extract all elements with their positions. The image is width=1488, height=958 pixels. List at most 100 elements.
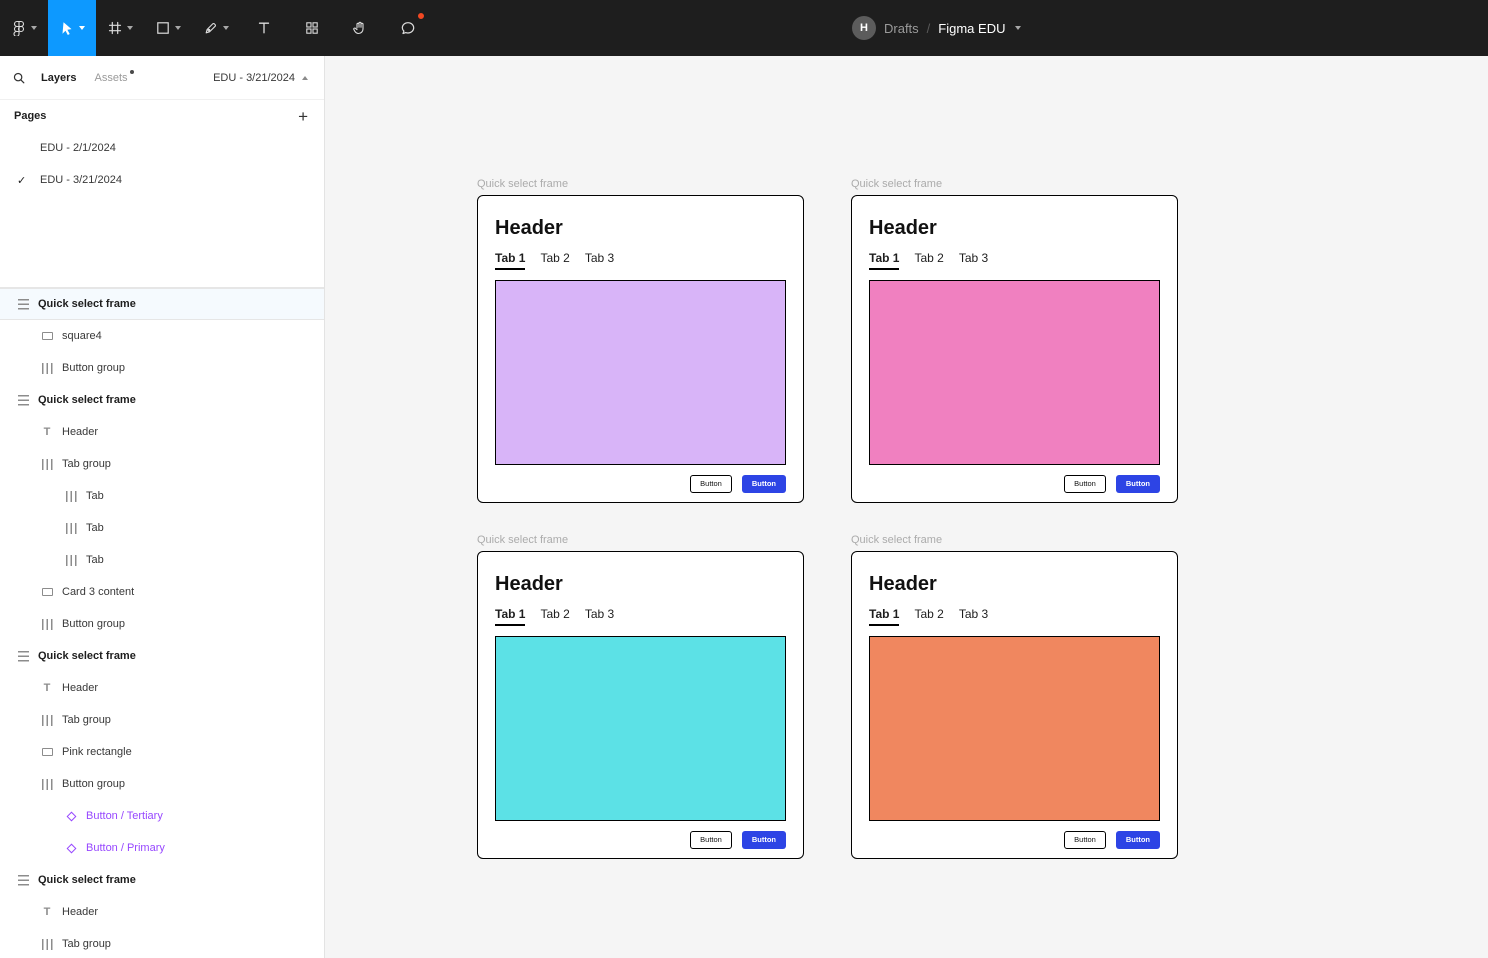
canvas-frame[interactable]: Header Tab 1 Tab 2 Tab 3 Button Button <box>477 551 804 859</box>
tab-3[interactable]: Tab 3 <box>959 607 988 626</box>
main-menu-button[interactable] <box>0 0 48 56</box>
tertiary-button[interactable]: Button <box>690 475 732 493</box>
tab-2[interactable]: Tab 2 <box>540 607 569 626</box>
assets-update-dot <box>130 70 134 74</box>
tab-2[interactable]: Tab 2 <box>914 251 943 270</box>
move-tool[interactable] <box>48 0 96 56</box>
layer-label: Quick select frame <box>38 874 136 886</box>
frame-icon <box>17 650 29 662</box>
layer-row[interactable]: Quick select frame <box>0 864 324 896</box>
tab-group: Tab 1 Tab 2 Tab 3 <box>869 607 1160 626</box>
hand-tool[interactable] <box>336 0 384 56</box>
layer-row[interactable]: Quick select frame <box>0 288 324 320</box>
layer-row[interactable]: Card 3 content <box>0 576 324 608</box>
chevron-down-icon <box>31 26 37 30</box>
content-rectangle[interactable] <box>495 636 786 821</box>
grid-squares-icon <box>304 20 320 36</box>
frame-header-text[interactable]: Header <box>495 573 786 596</box>
tab-3[interactable]: Tab 3 <box>585 251 614 270</box>
layer-label: square4 <box>62 330 102 342</box>
layer-row[interactable]: Quick select frame <box>0 640 324 672</box>
comment-tool[interactable] <box>384 0 432 56</box>
layer-row[interactable]: Button / Primary <box>0 832 324 864</box>
canvas-frame-wrap-1: Quick select frame Header Tab 1 Tab 2 Ta… <box>477 178 804 503</box>
primary-button[interactable]: Button <box>1116 831 1160 849</box>
file-name[interactable]: Figma EDU <box>938 21 1005 36</box>
layer-row[interactable]: square4 <box>0 320 324 352</box>
layer-row[interactable]: Button group <box>0 768 324 800</box>
resources-tool[interactable] <box>288 0 336 56</box>
page-item[interactable]: ✓EDU - 3/21/2024 <box>0 164 324 196</box>
tab-3[interactable]: Tab 3 <box>585 607 614 626</box>
chevron-down-icon <box>79 26 85 30</box>
layer-row[interactable]: Quick select frame <box>0 384 324 416</box>
tertiary-button[interactable]: Button <box>1064 475 1106 493</box>
breadcrumb-project[interactable]: Drafts <box>884 21 919 36</box>
add-page-button[interactable]: + <box>296 108 310 125</box>
layer-row[interactable]: Tab group <box>0 448 324 480</box>
tab-1[interactable]: Tab 1 <box>495 607 525 626</box>
layer-row[interactable]: Button group <box>0 608 324 640</box>
layer-label: Card 3 content <box>62 586 134 598</box>
page-indicator[interactable]: EDU - 3/21/2024 <box>213 72 312 84</box>
chevron-down-icon[interactable] <box>1015 26 1021 30</box>
tertiary-button[interactable]: Button <box>1064 831 1106 849</box>
autolayout-icon <box>65 554 77 566</box>
search-icon[interactable] <box>12 71 26 85</box>
tab-1[interactable]: Tab 1 <box>495 251 525 270</box>
layer-row[interactable]: THeader <box>0 672 324 704</box>
page-label: EDU - 3/21/2024 <box>40 174 122 186</box>
frame-header-text[interactable]: Header <box>869 573 1160 596</box>
layer-row[interactable]: THeader <box>0 896 324 928</box>
pages-title: Pages <box>14 110 46 122</box>
content-rectangle[interactable] <box>869 280 1160 465</box>
layer-row[interactable]: Pink rectangle <box>0 736 324 768</box>
layer-row[interactable]: Tab <box>0 512 324 544</box>
left-sidebar: Layers Assets EDU - 3/21/2024 Pages + ED… <box>0 56 325 958</box>
tab-1[interactable]: Tab 1 <box>869 251 899 270</box>
text-t-icon <box>256 20 272 36</box>
pen-tool[interactable] <box>192 0 240 56</box>
frame-header-text[interactable]: Header <box>495 217 786 240</box>
tab-assets[interactable]: Assets <box>89 68 132 88</box>
frame-label[interactable]: Quick select frame <box>851 178 1178 191</box>
layer-row[interactable]: Button group <box>0 352 324 384</box>
tab-group: Tab 1 Tab 2 Tab 3 <box>869 251 1160 270</box>
layer-row[interactable]: Button / Tertiary <box>0 800 324 832</box>
layer-row[interactable]: Tab <box>0 480 324 512</box>
autolayout-icon <box>65 522 77 534</box>
primary-button[interactable]: Button <box>742 831 786 849</box>
tab-layers[interactable]: Layers <box>36 68 81 88</box>
canvas-frame[interactable]: Header Tab 1 Tab 2 Tab 3 Button Button <box>477 195 804 503</box>
canvas-frame[interactable]: Header Tab 1 Tab 2 Tab 3 Button Button <box>851 551 1178 859</box>
chevron-up-icon <box>302 76 308 80</box>
frame-header-text[interactable]: Header <box>869 217 1160 240</box>
primary-button[interactable]: Button <box>742 475 786 493</box>
tab-1[interactable]: Tab 1 <box>869 607 899 626</box>
button-group: Button Button <box>869 475 1160 493</box>
layer-label: Button group <box>62 778 125 790</box>
frame-label[interactable]: Quick select frame <box>477 178 804 191</box>
shape-tool[interactable] <box>144 0 192 56</box>
page-item[interactable]: EDU - 2/1/2024 <box>0 132 324 164</box>
frame-label[interactable]: Quick select frame <box>477 534 804 547</box>
tab-3[interactable]: Tab 3 <box>959 251 988 270</box>
layer-row[interactable]: Tab group <box>0 704 324 736</box>
primary-button[interactable]: Button <box>1116 475 1160 493</box>
frame-label[interactable]: Quick select frame <box>851 534 1178 547</box>
layer-row[interactable]: Tab group <box>0 928 324 958</box>
content-rectangle[interactable] <box>869 636 1160 821</box>
layer-row[interactable]: THeader <box>0 416 324 448</box>
layer-row[interactable]: Tab <box>0 544 324 576</box>
autolayout-icon <box>41 618 53 630</box>
avatar[interactable]: H <box>852 16 876 40</box>
canvas-frame[interactable]: Header Tab 1 Tab 2 Tab 3 Button Button <box>851 195 1178 503</box>
content-rectangle[interactable] <box>495 280 786 465</box>
tertiary-button[interactable]: Button <box>690 831 732 849</box>
frame-tool[interactable] <box>96 0 144 56</box>
canvas[interactable]: Quick select frame Header Tab 1 Tab 2 Ta… <box>325 56 1488 958</box>
layer-label: Button / Primary <box>86 842 165 854</box>
tab-2[interactable]: Tab 2 <box>540 251 569 270</box>
text-tool[interactable] <box>240 0 288 56</box>
tab-2[interactable]: Tab 2 <box>914 607 943 626</box>
